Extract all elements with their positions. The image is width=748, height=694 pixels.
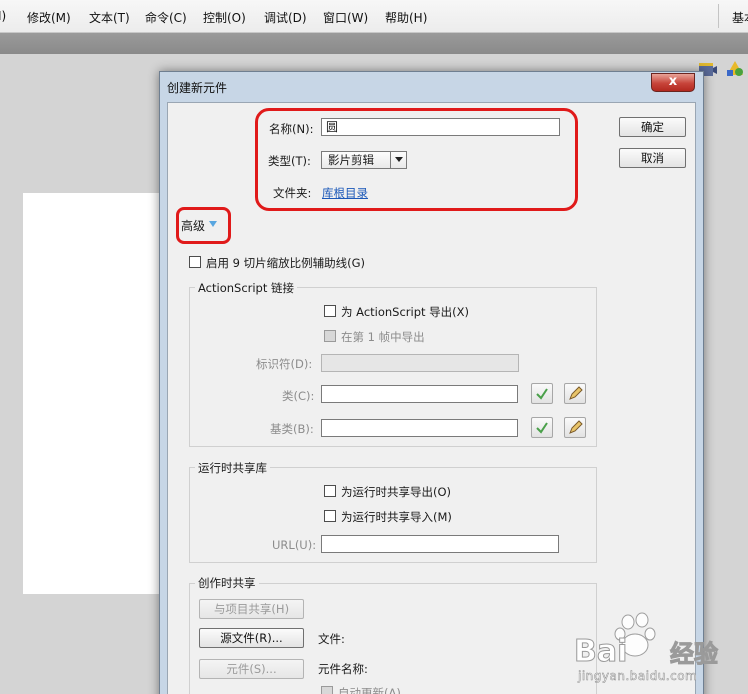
runtime-export-checkbox[interactable] bbox=[324, 485, 336, 497]
actionscript-linkage-title: ActionScript 链接 bbox=[195, 280, 298, 296]
menu-insert[interactable]: I) bbox=[0, 9, 6, 23]
base-class-input[interactable] bbox=[321, 419, 518, 437]
edit-class-button[interactable] bbox=[564, 383, 586, 404]
edit-base-class-button[interactable] bbox=[564, 417, 586, 438]
symbol-name-label: 元件名称: bbox=[318, 662, 368, 676]
dialog-title: 创建新元件 bbox=[167, 81, 228, 95]
menu-window[interactable]: 窗口(W) bbox=[323, 9, 368, 26]
menu-commands[interactable]: 命令(C) bbox=[145, 9, 187, 26]
nine-slice-checkbox[interactable] bbox=[189, 256, 201, 268]
share-with-project-button[interactable]: 与项目共享(H) bbox=[199, 599, 304, 619]
ok-button[interactable]: 确定 bbox=[619, 117, 686, 137]
runtime-export-label: 为运行时共享导出(O) bbox=[341, 485, 452, 499]
menu-debug[interactable]: 调试(D) bbox=[264, 9, 307, 26]
file-label: 文件: bbox=[318, 632, 345, 646]
auto-update-checkbox[interactable] bbox=[321, 686, 333, 694]
cancel-button[interactable]: 取消 bbox=[619, 148, 686, 168]
workspace-switcher[interactable]: 基本 bbox=[732, 9, 748, 26]
menu-text[interactable]: 文本(T) bbox=[89, 9, 130, 26]
identifier-label: 标识符(D): bbox=[256, 357, 313, 371]
menu-modify[interactable]: 修改(M) bbox=[27, 9, 71, 26]
authoring-sharing-title: 创作时共享 bbox=[195, 575, 259, 591]
runtime-import-label: 为运行时共享导入(M) bbox=[341, 510, 452, 524]
nine-slice-label: 启用 9 切片缩放比例辅助线(G) bbox=[206, 256, 366, 270]
runtime-sharing-title: 运行时共享库 bbox=[195, 460, 270, 476]
watermark-url: jingyan.baidu.com bbox=[578, 669, 698, 684]
source-file-button[interactable]: 源文件(R)... bbox=[199, 628, 304, 648]
export-actionscript-checkbox[interactable] bbox=[324, 305, 336, 317]
stage-canvas[interactable] bbox=[23, 193, 163, 594]
menu-control[interactable]: 控制(O) bbox=[203, 9, 246, 26]
watermark-brand: Bai bbox=[573, 634, 628, 670]
base-class-label: 基类(B): bbox=[270, 422, 314, 436]
class-input[interactable] bbox=[321, 385, 518, 403]
url-input[interactable] bbox=[321, 535, 559, 553]
auto-update-label: 自动更新(A) bbox=[338, 686, 401, 694]
baidu-watermark: Bai 经验 jingyan.baidu.com bbox=[573, 612, 744, 684]
pencil-icon bbox=[569, 420, 583, 434]
symbol-button[interactable]: 元件(S)... bbox=[199, 659, 304, 679]
export-frame1-checkbox[interactable] bbox=[324, 330, 336, 342]
checkmark-icon bbox=[536, 388, 548, 400]
document-tab-bar bbox=[0, 33, 748, 54]
edit-symbol-icon[interactable] bbox=[724, 58, 746, 80]
pencil-icon bbox=[569, 386, 583, 400]
annotation-highlight-advanced bbox=[176, 207, 231, 244]
annotation-highlight-fields bbox=[255, 108, 578, 211]
watermark-brand-cn: 经验 bbox=[670, 640, 719, 669]
menu-bar: I) 修改(M) 文本(T) 命令(C) 控制(O) 调试(D) 窗口(W) 帮… bbox=[0, 0, 748, 33]
url-label: URL(U): bbox=[272, 538, 317, 552]
identifier-input[interactable] bbox=[321, 354, 519, 372]
menu-help[interactable]: 帮助(H) bbox=[385, 9, 427, 26]
close-button[interactable]: x bbox=[651, 73, 695, 92]
class-label: 类(C): bbox=[282, 389, 315, 403]
menu-separator bbox=[718, 4, 719, 28]
validate-base-class-button[interactable] bbox=[531, 417, 553, 438]
validate-class-button[interactable] bbox=[531, 383, 553, 404]
export-frame1-label: 在第 1 帧中导出 bbox=[341, 330, 425, 344]
checkmark-icon bbox=[536, 422, 548, 434]
export-actionscript-label: 为 ActionScript 导出(X) bbox=[341, 305, 470, 319]
runtime-import-checkbox[interactable] bbox=[324, 510, 336, 522]
